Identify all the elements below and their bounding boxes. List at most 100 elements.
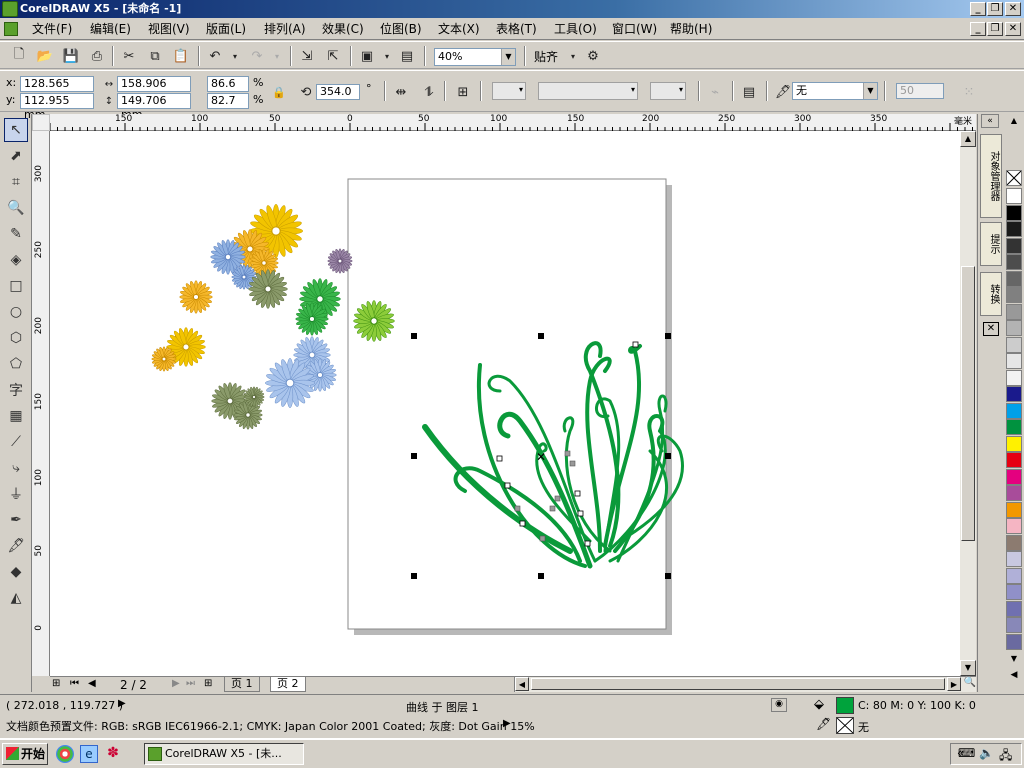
chrome-icon[interactable] xyxy=(56,745,74,763)
palette-swatch[interactable] xyxy=(1006,270,1022,287)
outline-pen-icon[interactable]: 🖋 xyxy=(774,83,792,101)
menu-tools[interactable]: 工具(O) xyxy=(552,22,599,37)
palette-swatch[interactable] xyxy=(1006,501,1022,518)
palette-swatch[interactable] xyxy=(1006,518,1022,534)
palette-swatch[interactable] xyxy=(1006,204,1022,221)
import-icon[interactable]: ⇲ xyxy=(298,47,316,65)
export-icon[interactable]: ⇱ xyxy=(324,47,342,65)
menu-file[interactable]: 文件(F) xyxy=(30,22,74,37)
palette-swatch[interactable] xyxy=(1006,435,1022,452)
palette-swatch[interactable] xyxy=(1006,353,1022,369)
fill-tool-icon[interactable]: ◆ xyxy=(4,560,28,584)
palette-swatch[interactable] xyxy=(1006,369,1022,386)
end-arrowhead-select[interactable]: ▾ xyxy=(650,82,686,100)
docker-hints[interactable]: 提示 xyxy=(980,222,1002,266)
palette-swatch[interactable] xyxy=(1006,584,1022,600)
line-style-select[interactable]: ▾ xyxy=(538,82,638,100)
undo-icon[interactable]: ↶ xyxy=(206,47,224,65)
hscroll-thumb[interactable] xyxy=(531,678,945,690)
palette-swatch[interactable] xyxy=(1006,188,1022,204)
smart-fill-icon[interactable]: ◈ xyxy=(4,248,28,272)
page-tab-2[interactable]: 页 2 xyxy=(270,677,306,692)
palette-swatch[interactable] xyxy=(1006,237,1022,254)
tray-expand-icon[interactable]: « xyxy=(957,746,964,760)
palette-swatch[interactable] xyxy=(1006,600,1022,617)
palette-swatch[interactable] xyxy=(1006,633,1022,650)
menu-view[interactable]: 视图(V) xyxy=(146,22,192,37)
snapshot-icon[interactable]: ◉ xyxy=(771,698,787,712)
menu-window[interactable]: 窗口(W) xyxy=(610,22,659,37)
nodes-icon[interactable]: ⊞ xyxy=(454,83,472,101)
palette-swatch[interactable] xyxy=(1006,419,1022,435)
last-page-icon[interactable]: ⏭ xyxy=(186,678,195,689)
height-field[interactable]: 149.706 mm xyxy=(117,93,191,121)
zoom-level-select[interactable]: 40% ▼ xyxy=(434,48,516,66)
dimension-tool-icon[interactable]: ⟋ xyxy=(4,430,28,454)
next-page-icon[interactable]: ▶ xyxy=(172,678,180,689)
minimize-button[interactable]: _ xyxy=(970,2,986,16)
scroll-up-icon[interactable]: ▲ xyxy=(960,131,976,147)
outline-width-select[interactable]: 无 ▼ xyxy=(792,82,878,100)
cut-icon[interactable]: ✂ xyxy=(120,47,138,65)
palette-swatch[interactable] xyxy=(1006,221,1022,237)
rotation-angle-field[interactable]: 354.0 xyxy=(316,84,360,100)
snap-dropdown-icon[interactable]: ▾ xyxy=(564,47,582,65)
taskbar-item-coreldraw[interactable]: CorelDRAW X5 - [未... xyxy=(144,743,304,765)
redo-icon[interactable]: ↷ xyxy=(248,47,266,65)
redo-dropdown-icon[interactable]: ▾ xyxy=(268,47,286,65)
close-button[interactable]: ✕ xyxy=(1005,2,1021,16)
network-icon[interactable]: 🖧 xyxy=(999,746,1012,767)
scale-x-field[interactable]: 86.6 xyxy=(207,76,249,92)
expand-profile-icon[interactable]: ▶ xyxy=(503,718,511,729)
doc-minimize-button[interactable]: _ xyxy=(970,22,986,36)
x-position-field[interactable]: 128.565 mm xyxy=(20,76,94,104)
menu-layout[interactable]: 版面(L) xyxy=(204,22,248,37)
mirror-horizontal-icon[interactable]: ⇹ xyxy=(392,83,410,101)
color-profile-info[interactable]: 文档颜色预置文件: RGB: sRGB IEC61966-2.1; CMYK: … xyxy=(6,718,535,734)
flower-app-icon[interactable]: ✽ xyxy=(104,745,122,763)
scale-y-field[interactable]: 82.7 xyxy=(207,93,249,109)
zoom-navigator-icon[interactable]: 🔍 xyxy=(963,677,977,691)
launcher-dropdown-icon[interactable]: ▾ xyxy=(378,47,396,65)
horizontal-scrollbar[interactable]: ◀ ▶ 🔍 xyxy=(514,677,976,692)
drawing-canvas[interactable]: ✕ xyxy=(50,131,960,676)
zoom-tool-icon[interactable]: 🔍 xyxy=(4,196,28,220)
horizontal-ruler[interactable]: 150 100 50 0 50 100 150 200 250 300 350 … xyxy=(50,114,976,131)
ie-icon[interactable]: e xyxy=(80,745,98,763)
save-icon[interactable]: 💾 xyxy=(62,47,80,65)
first-page-arrow-icon[interactable]: ⏮ xyxy=(70,678,79,689)
width-field[interactable]: 158.906 mm xyxy=(117,76,191,104)
freehand-tool-icon[interactable]: ✎ xyxy=(4,222,28,246)
scroll-left-icon[interactable]: ◀ xyxy=(515,677,529,691)
vertical-scrollbar[interactable]: ▲ ▼ xyxy=(960,131,976,676)
outline-color-swatch[interactable] xyxy=(836,717,854,734)
page-tab-1[interactable]: 页 1 xyxy=(224,677,260,692)
menu-bitmaps[interactable]: 位图(B) xyxy=(378,22,424,37)
palette-swatch[interactable] xyxy=(1006,287,1022,303)
scroll-thumb[interactable] xyxy=(961,266,975,541)
palette-swatch[interactable] xyxy=(1006,567,1022,584)
palette-swatch[interactable] xyxy=(1006,386,1022,402)
speaker-icon[interactable]: 🔈 xyxy=(979,746,994,760)
mirror-vertical-icon[interactable]: ⥮ xyxy=(420,83,438,101)
palette-swatch[interactable] xyxy=(1006,254,1022,270)
expand-status-icon[interactable]: ▶ xyxy=(118,698,126,709)
palette-swatch[interactable] xyxy=(1006,468,1022,485)
print-icon[interactable]: ⎙ xyxy=(88,47,106,65)
collapse-dockers-icon[interactable]: « xyxy=(981,114,999,128)
flower[interactable] xyxy=(179,280,213,314)
polygon-tool-icon[interactable]: ⬡ xyxy=(4,326,28,350)
pick-tool-icon[interactable]: ↖ xyxy=(4,118,28,142)
menu-edit[interactable]: 编辑(E) xyxy=(88,22,133,37)
copy-icon[interactable]: ⧉ xyxy=(146,47,164,65)
menu-text[interactable]: 文本(X) xyxy=(436,22,482,37)
scroll-down-icon[interactable]: ▼ xyxy=(960,660,976,676)
palette-swatch[interactable] xyxy=(1006,336,1022,353)
ellipse-tool-icon[interactable]: ○ xyxy=(4,300,28,324)
palette-swatch[interactable] xyxy=(1006,617,1022,633)
fill-color-swatch[interactable] xyxy=(836,697,854,714)
open-folder-icon[interactable]: 📂 xyxy=(36,47,54,65)
text-tool-icon[interactable]: 字 xyxy=(4,378,28,402)
interactive-fill-icon[interactable]: ◭ xyxy=(4,586,28,610)
doc-close-button[interactable]: ✕ xyxy=(1005,22,1021,36)
